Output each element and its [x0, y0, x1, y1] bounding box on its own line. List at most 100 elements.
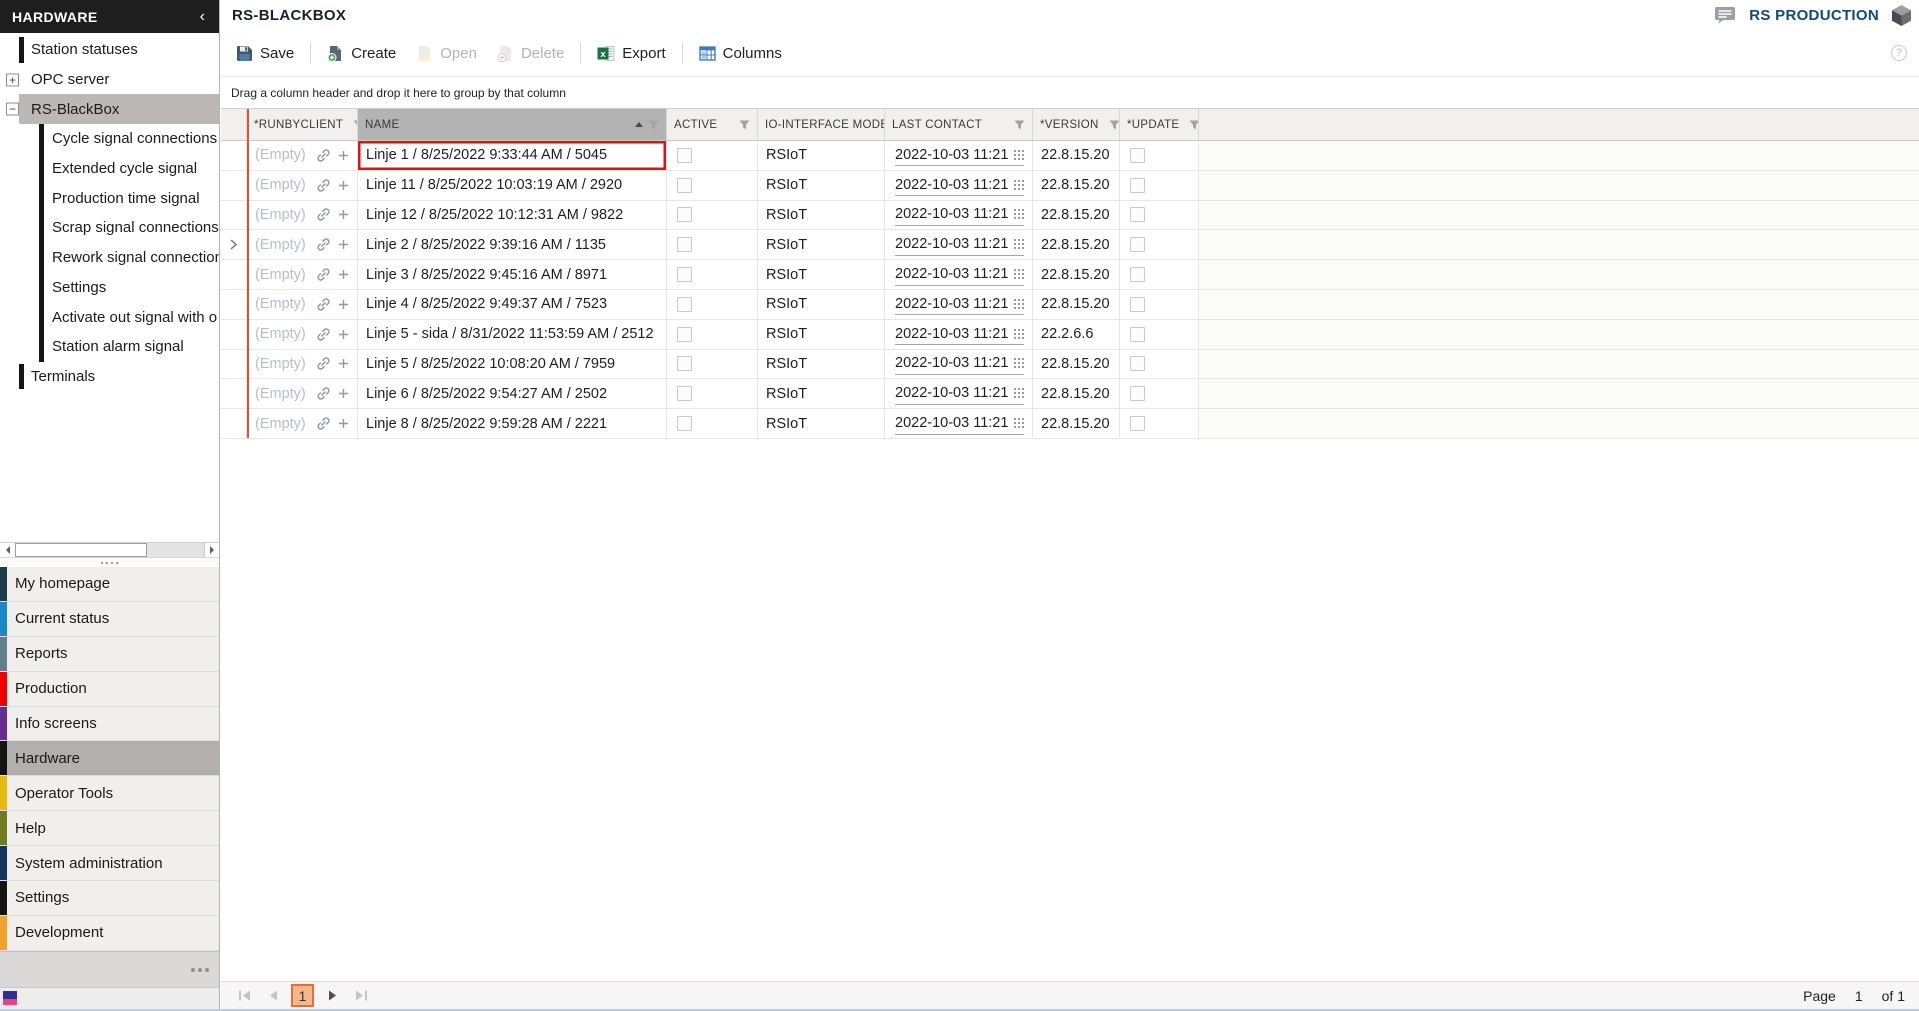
first-page-button[interactable]: [233, 985, 255, 1007]
link-icon[interactable]: [316, 416, 331, 431]
active-checkbox[interactable]: [677, 207, 692, 222]
cell-update[interactable]: [1120, 230, 1199, 259]
cell-last-contact[interactable]: 2022-10-03 11:21: [885, 320, 1033, 349]
cell-update[interactable]: [1120, 290, 1199, 319]
sidebar-item-system-administration[interactable]: System administration: [0, 846, 219, 881]
active-checkbox[interactable]: [677, 327, 692, 342]
export-button[interactable]: xExport: [587, 39, 675, 68]
create-button[interactable]: Create: [317, 39, 406, 68]
cell-active[interactable]: [667, 409, 758, 438]
scrollbar-thumb[interactable]: [15, 543, 147, 557]
cell-io-interface-model[interactable]: RSIoT: [758, 260, 885, 289]
filter-icon[interactable]: [648, 120, 659, 130]
update-checkbox[interactable]: [1130, 267, 1145, 282]
cell-active[interactable]: [667, 290, 758, 319]
last-page-button[interactable]: [350, 985, 372, 1007]
add-icon[interactable]: [338, 180, 349, 191]
tree-item-settings[interactable]: Settings: [0, 273, 219, 303]
cell-active[interactable]: [667, 379, 758, 408]
cell-runbyclient[interactable]: (Empty): [247, 409, 358, 438]
active-checkbox[interactable]: [677, 148, 692, 163]
cell-name[interactable]: Linje 5 - sida / 8/31/2022 11:53:59 AM /…: [358, 320, 667, 349]
active-checkbox[interactable]: [677, 386, 692, 401]
column-header-last_contact[interactable]: LAST CONTACT: [885, 109, 1033, 140]
cell-update[interactable]: [1120, 409, 1199, 438]
last-contact-editor[interactable]: 2022-10-03 11:21: [895, 383, 1024, 405]
cell-active[interactable]: [667, 230, 758, 259]
cell-version[interactable]: 22.2.6.6: [1033, 320, 1120, 349]
cell-io-interface-model[interactable]: RSIoT: [758, 171, 885, 200]
active-checkbox[interactable]: [677, 297, 692, 312]
sidebar-item-info-screens[interactable]: Info screens: [0, 707, 219, 742]
sidebar-item-help[interactable]: Help: [0, 811, 219, 846]
cell-version[interactable]: 22.8.15.20: [1033, 290, 1120, 319]
tree-item-activate-out-signal-with-o[interactable]: Activate out signal with o: [0, 302, 219, 332]
last-contact-editor[interactable]: 2022-10-03 11:21: [895, 323, 1024, 345]
datepicker-icon[interactable]: [1014, 209, 1024, 219]
tree-item-production-time-signal[interactable]: Production time signal: [0, 183, 219, 213]
cell-active[interactable]: [667, 260, 758, 289]
last-contact-editor[interactable]: 2022-10-03 11:21: [895, 293, 1024, 315]
cell-name[interactable]: Linje 2 / 8/25/2022 9:39:16 AM / 1135: [358, 230, 667, 259]
sidebar-item-current-status[interactable]: Current status: [0, 602, 219, 637]
tree-item-extended-cycle-signal[interactable]: Extended cycle signal: [0, 154, 219, 184]
update-checkbox[interactable]: [1130, 148, 1145, 163]
add-icon[interactable]: [338, 269, 349, 280]
tree-item-cycle-signal-connections[interactable]: Cycle signal connections: [0, 124, 219, 154]
last-contact-editor[interactable]: 2022-10-03 11:21: [895, 413, 1024, 435]
help-icon[interactable]: ?: [1891, 45, 1907, 61]
update-checkbox[interactable]: [1130, 237, 1145, 252]
update-checkbox[interactable]: [1130, 356, 1145, 371]
sidebar-item-development[interactable]: Development: [0, 916, 219, 951]
cell-io-interface-model[interactable]: RSIoT: [758, 409, 885, 438]
row-indicator-cell[interactable]: [221, 320, 247, 349]
column-header-update[interactable]: *UPDATE: [1120, 109, 1199, 140]
cell-last-contact[interactable]: 2022-10-03 11:21: [885, 171, 1033, 200]
tree-item-rs-blackbox[interactable]: −RS-BlackBox: [0, 94, 219, 124]
cell-runbyclient[interactable]: (Empty): [247, 320, 358, 349]
link-icon[interactable]: [316, 386, 331, 401]
row-indicator-cell[interactable]: [221, 290, 247, 319]
link-icon[interactable]: [316, 148, 331, 163]
cell-update[interactable]: [1120, 260, 1199, 289]
cell-name[interactable]: Linje 12 / 8/25/2022 10:12:31 AM / 9822: [358, 201, 667, 230]
row-indicator-cell[interactable]: [221, 379, 247, 408]
link-icon[interactable]: [316, 178, 331, 193]
cell-name[interactable]: Linje 5 / 8/25/2022 10:08:20 AM / 7959: [358, 350, 667, 379]
filter-icon[interactable]: [1109, 120, 1120, 130]
cell-name[interactable]: Linje 8 / 8/25/2022 9:59:28 AM / 2221: [358, 409, 667, 438]
tree-item-rework-signal-connection[interactable]: Rework signal connection: [0, 243, 219, 273]
active-checkbox[interactable]: [677, 356, 692, 371]
cell-version[interactable]: 22.8.15.20: [1033, 409, 1120, 438]
scroll-right-icon[interactable]: [204, 543, 219, 557]
row-indicator-cell[interactable]: [221, 350, 247, 379]
datepicker-icon[interactable]: [1014, 180, 1024, 190]
datepicker-icon[interactable]: [1014, 299, 1024, 309]
cell-io-interface-model[interactable]: RSIoT: [758, 379, 885, 408]
active-checkbox[interactable]: [677, 416, 692, 431]
cell-active[interactable]: [667, 141, 758, 170]
cell-last-contact[interactable]: 2022-10-03 11:21: [885, 409, 1033, 438]
sidebar-item-my-homepage[interactable]: My homepage: [0, 567, 219, 602]
cell-active[interactable]: [667, 171, 758, 200]
update-checkbox[interactable]: [1130, 297, 1145, 312]
link-icon[interactable]: [316, 207, 331, 222]
link-icon[interactable]: [316, 356, 331, 371]
cell-update[interactable]: [1120, 379, 1199, 408]
cell-runbyclient[interactable]: (Empty): [247, 350, 358, 379]
cell-version[interactable]: 22.8.15.20: [1033, 171, 1120, 200]
row-indicator-cell[interactable]: [221, 230, 247, 259]
cell-version[interactable]: 22.8.15.20: [1033, 141, 1120, 170]
last-contact-editor[interactable]: 2022-10-03 11:21: [895, 204, 1024, 226]
filter-icon[interactable]: [1014, 120, 1025, 130]
cell-name[interactable]: Linje 6 / 8/25/2022 9:54:27 AM / 2502: [358, 379, 667, 408]
sidebar-item-reports[interactable]: Reports: [0, 637, 219, 672]
cell-runbyclient[interactable]: (Empty): [247, 141, 358, 170]
datepicker-icon[interactable]: [1014, 358, 1024, 368]
current-page-button[interactable]: 1: [291, 984, 314, 1007]
update-checkbox[interactable]: [1130, 416, 1145, 431]
active-checkbox[interactable]: [677, 267, 692, 282]
cell-version[interactable]: 22.8.15.20: [1033, 260, 1120, 289]
cell-active[interactable]: [667, 320, 758, 349]
tree-item-scrap-signal-connections[interactable]: Scrap signal connections: [0, 213, 219, 243]
